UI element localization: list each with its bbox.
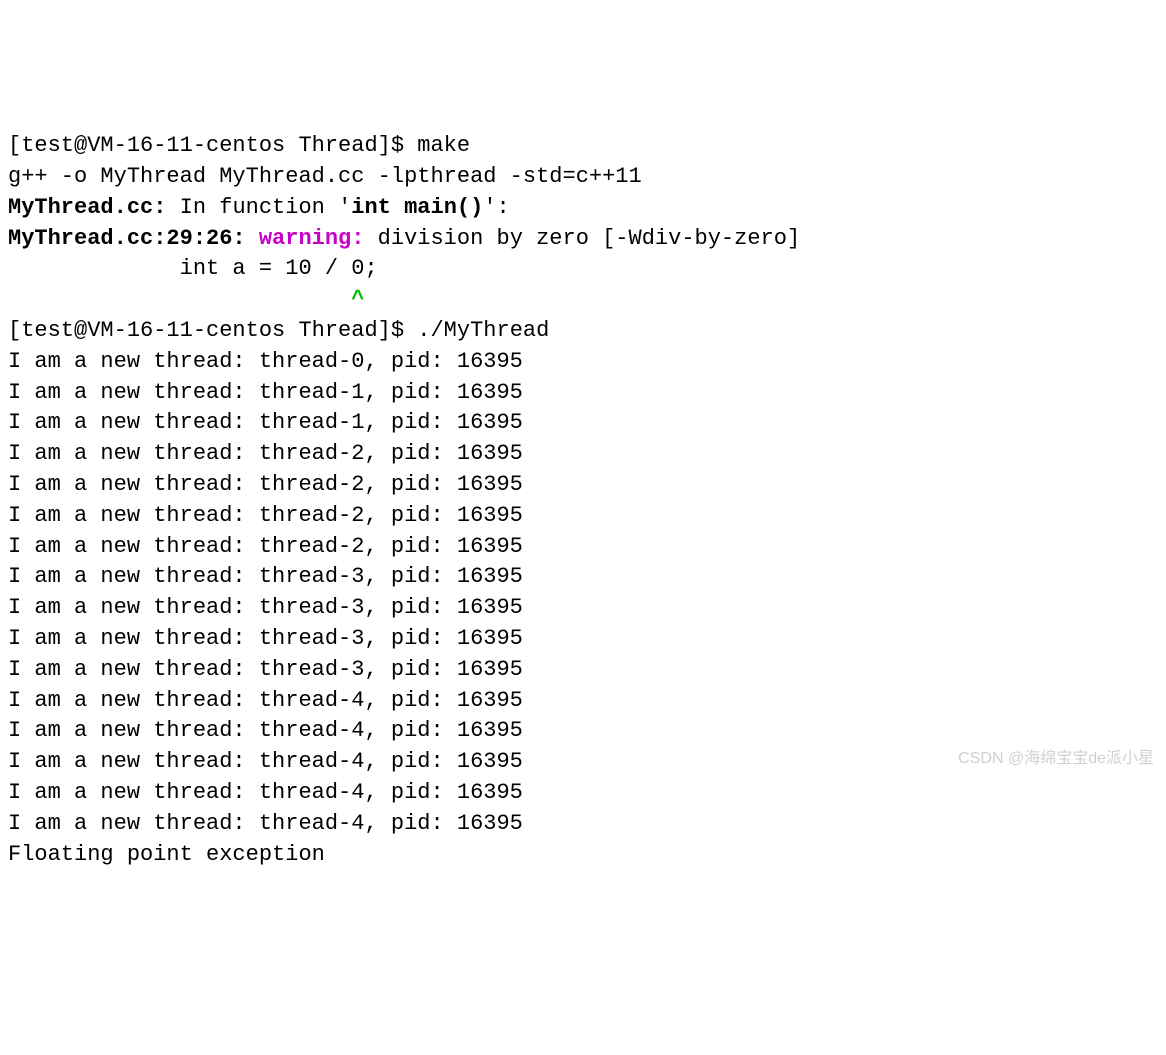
terminal-line: [test@VM-16-11-centos Thread]$ ./MyThrea… — [8, 318, 549, 343]
command-text: ./MyThread — [417, 318, 549, 343]
function-name: int main() — [351, 195, 483, 220]
code-snippet: int a = 10 / 0; — [8, 256, 378, 281]
watermark: CSDN @海绵宝宝de派小星 — [958, 748, 1154, 770]
caret-padding — [8, 287, 351, 312]
diag-text: In function ' — [166, 195, 351, 220]
caret-line: ^ — [8, 287, 364, 312]
command-text: make — [417, 133, 470, 158]
compiler-warning-line: MyThread.cc:29:26: warning: division by … — [8, 226, 800, 251]
file-ref: MyThread.cc: — [8, 195, 166, 220]
file-loc: MyThread.cc:29:26: — [8, 226, 259, 251]
compiler-output: g++ -o MyThread MyThread.cc -lpthread -s… — [8, 164, 642, 189]
compiler-diag-line: MyThread.cc: In function 'int main()': — [8, 195, 510, 220]
diag-text-end: ': — [483, 195, 509, 220]
warning-text: division by zero [-Wdiv-by-zero] — [364, 226, 800, 251]
terminal-line: [test@VM-16-11-centos Thread]$ make — [8, 133, 470, 158]
warning-label: warning: — [259, 226, 365, 251]
shell-prompt: [test@VM-16-11-centos Thread]$ — [8, 318, 417, 343]
shell-prompt: [test@VM-16-11-centos Thread]$ — [8, 133, 417, 158]
caret-icon: ^ — [351, 287, 364, 312]
exception-text: Floating point exception — [8, 842, 325, 867]
